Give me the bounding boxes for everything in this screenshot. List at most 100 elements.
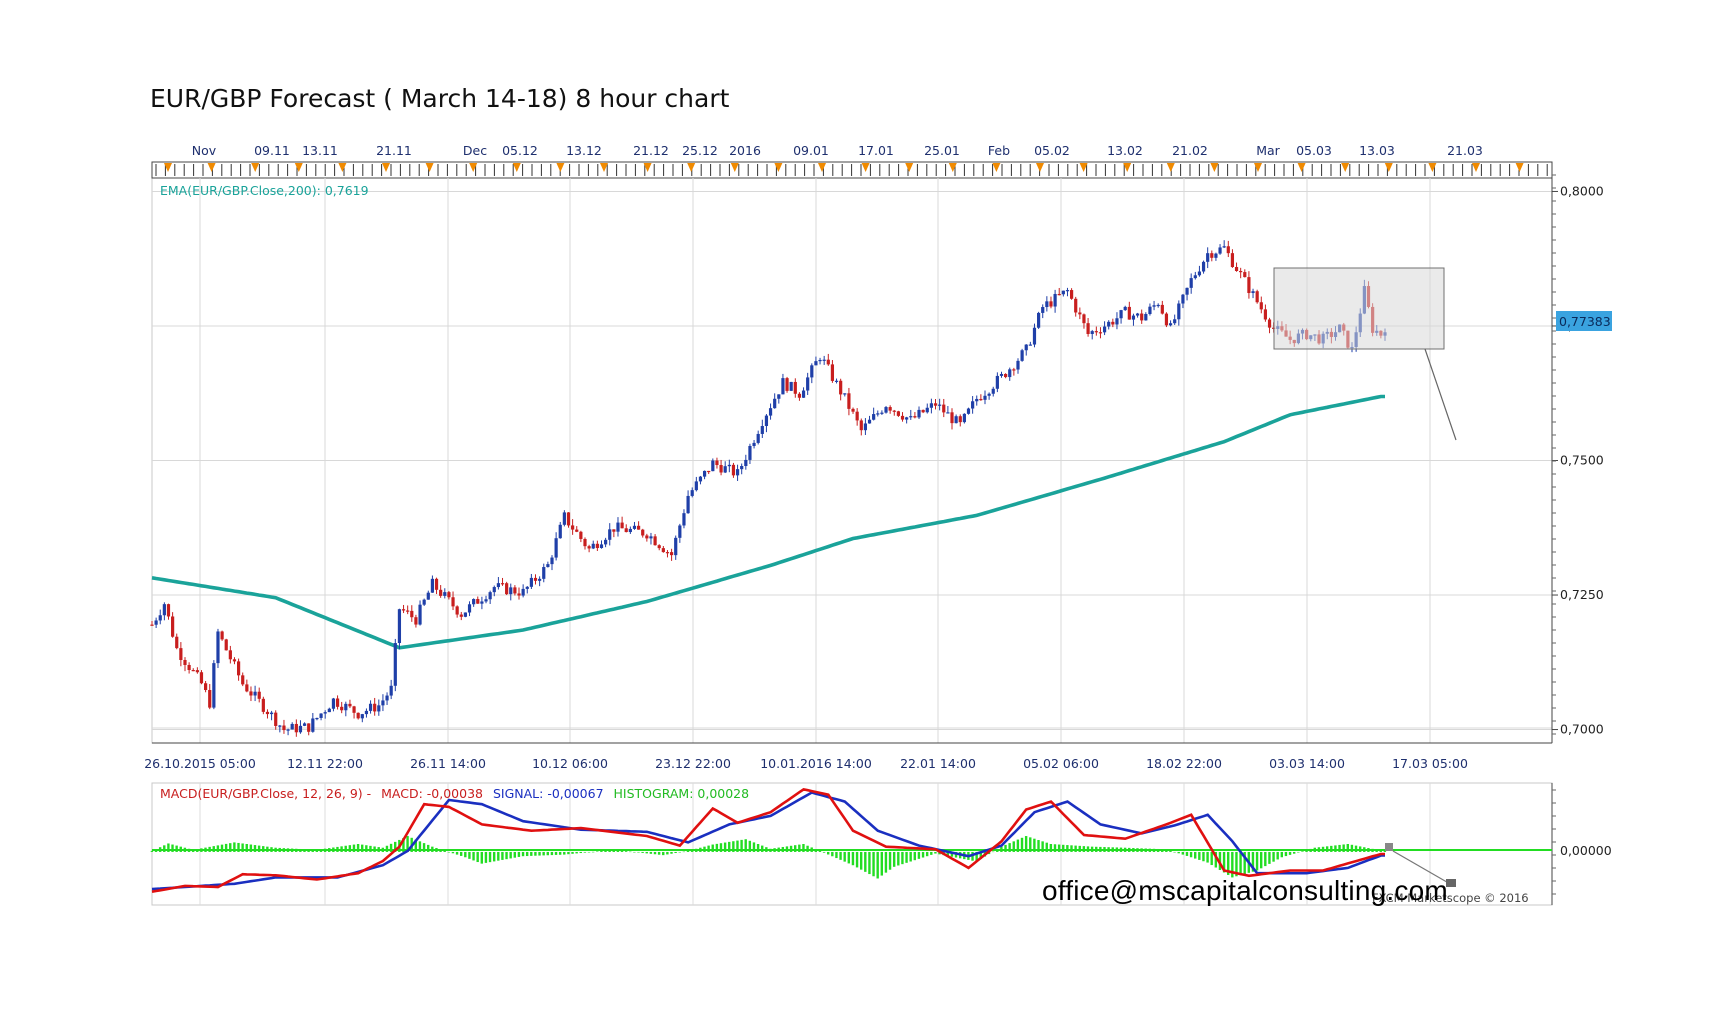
candle-body bbox=[1201, 261, 1206, 272]
candle-body bbox=[1214, 253, 1218, 258]
histogram-bar bbox=[1292, 851, 1296, 854]
candle-body bbox=[834, 380, 839, 382]
candle-body bbox=[669, 552, 674, 556]
candle-body bbox=[278, 725, 282, 727]
histogram-bar bbox=[336, 846, 339, 852]
histogram-bar bbox=[352, 844, 356, 852]
candle-body bbox=[1193, 275, 1197, 279]
macd-zero-label: 0,00000 bbox=[1560, 843, 1612, 858]
histogram-bar bbox=[1297, 851, 1300, 853]
histogram-bar bbox=[1354, 845, 1358, 852]
histogram-bar bbox=[253, 845, 257, 852]
candle-body bbox=[1057, 293, 1061, 296]
candle-body bbox=[500, 583, 505, 585]
histogram-bar bbox=[262, 846, 265, 852]
histogram-bar bbox=[732, 841, 735, 852]
candle-body bbox=[599, 544, 604, 549]
histogram-bar bbox=[492, 851, 496, 862]
top-tick-label: 17.01 bbox=[858, 143, 894, 158]
candle-body bbox=[1181, 294, 1185, 304]
histogram-bar bbox=[645, 851, 648, 854]
candle-body bbox=[744, 459, 748, 467]
histogram-bar bbox=[1057, 844, 1061, 852]
histogram-bar bbox=[328, 848, 331, 852]
histogram-bar bbox=[1350, 844, 1354, 852]
candle-body bbox=[822, 359, 826, 361]
histogram-bar bbox=[682, 851, 686, 853]
candle-body bbox=[657, 545, 661, 549]
candle-body bbox=[195, 670, 199, 673]
histogram-bar bbox=[1152, 848, 1156, 852]
chart-canvas[interactable]: Nov 09.11 13.11 21.11 Dec 05.12 13.12 21.12 25.1… bbox=[0, 0, 1710, 1036]
candle-body bbox=[430, 578, 435, 593]
histogram-bar bbox=[1148, 848, 1152, 852]
histogram-bar bbox=[1239, 851, 1242, 876]
candle-body bbox=[319, 713, 323, 718]
histogram-bar bbox=[678, 851, 681, 853]
histogram-bar bbox=[1371, 848, 1374, 852]
histogram-bar bbox=[455, 851, 459, 855]
histogram-bar bbox=[909, 851, 912, 862]
histogram-bar bbox=[356, 844, 360, 852]
histogram-bar bbox=[604, 850, 607, 852]
candle-body bbox=[888, 407, 892, 411]
candle-body bbox=[1107, 321, 1111, 327]
candle-body bbox=[777, 394, 781, 399]
histogram-bar bbox=[1325, 846, 1329, 852]
candle-body bbox=[859, 420, 863, 431]
histogram-bar bbox=[711, 844, 714, 852]
candle-body bbox=[1020, 350, 1024, 361]
candle-body bbox=[1053, 293, 1057, 307]
candle-body bbox=[612, 529, 616, 532]
candle-body bbox=[604, 539, 608, 545]
histogram-bar bbox=[991, 851, 995, 853]
histogram-bar bbox=[385, 845, 389, 852]
histogram-bar bbox=[1375, 849, 1378, 852]
histogram-bar bbox=[917, 851, 921, 859]
candle-body bbox=[179, 648, 183, 660]
histogram-bar bbox=[583, 851, 587, 853]
histogram-bar bbox=[571, 851, 574, 854]
candle-body bbox=[294, 723, 298, 733]
candle-body bbox=[1119, 310, 1123, 319]
histogram-bar bbox=[633, 851, 636, 853]
candle-body bbox=[447, 592, 451, 598]
histogram-bar bbox=[517, 851, 521, 857]
candle-body bbox=[1226, 246, 1230, 254]
histogram-bar bbox=[1210, 851, 1213, 866]
bottom-tick-label: 23.12 22:00 bbox=[655, 756, 731, 771]
histogram-bar bbox=[798, 844, 801, 852]
candle-body bbox=[1008, 369, 1012, 378]
histogram-bar bbox=[876, 851, 879, 879]
histogram-bar bbox=[480, 851, 483, 864]
candle-body bbox=[587, 546, 591, 549]
histogram-bar bbox=[1020, 837, 1024, 852]
candle-body bbox=[418, 604, 422, 625]
histogram-bar bbox=[451, 851, 455, 854]
candle-body bbox=[220, 631, 224, 640]
histogram-bar bbox=[1321, 846, 1325, 852]
histogram-bar bbox=[806, 845, 809, 852]
histogram-bar bbox=[1082, 846, 1086, 852]
top-tick-label: 05.12 bbox=[502, 143, 538, 158]
histogram-bar bbox=[513, 851, 516, 858]
contact-email[interactable]: office@mscapitalconsulting.com bbox=[1042, 875, 1448, 907]
candle-body bbox=[261, 698, 265, 712]
histogram-bar bbox=[377, 847, 380, 852]
histogram-bar bbox=[1045, 842, 1048, 852]
candle-body bbox=[991, 388, 995, 394]
histogram-bar bbox=[464, 851, 467, 858]
top-date-labels: Nov 09.11 13.11 21.11 Dec 05.12 13.12 21.12 25.1… bbox=[192, 143, 1483, 158]
histogram-bar bbox=[1189, 851, 1193, 858]
histogram-bar bbox=[1185, 851, 1189, 856]
bottom-tick-label: 03.03 14:00 bbox=[1269, 756, 1345, 771]
histogram-bar bbox=[1202, 851, 1205, 862]
candle-body bbox=[517, 593, 521, 596]
candle-body bbox=[191, 670, 195, 672]
candle-body bbox=[933, 403, 938, 406]
candle-body bbox=[480, 601, 484, 604]
candle-body bbox=[950, 412, 954, 424]
histogram-bar bbox=[1363, 847, 1366, 852]
histogram-bar bbox=[1268, 851, 1271, 864]
candle-body bbox=[1065, 290, 1070, 292]
